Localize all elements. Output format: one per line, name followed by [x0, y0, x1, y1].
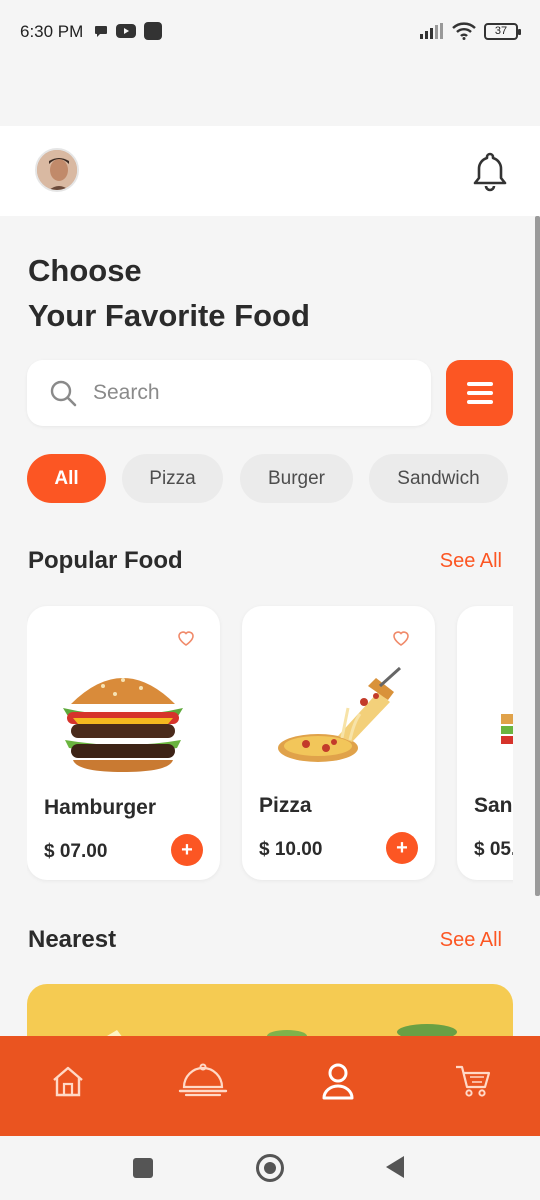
battery-icon: 37 [484, 22, 521, 40]
signal-icon [420, 23, 443, 39]
food-name: Sandwich [474, 794, 513, 817]
menu-icon-bar [466, 400, 493, 404]
system-navigation-bar [0, 1136, 540, 1200]
popular-food-heading: Popular Food [28, 547, 183, 574]
scrollbar[interactable] [535, 216, 540, 896]
nearest-heading: Nearest [28, 926, 117, 953]
nav-home[interactable] [38, 1056, 98, 1106]
food-price: $ 05.00 [474, 839, 513, 860]
filter-menu-button[interactable] [446, 360, 513, 426]
profile-icon [322, 1063, 353, 1100]
hamburger-image [63, 678, 183, 772]
notification-icons [94, 22, 162, 40]
sandwich-image [501, 714, 513, 744]
heart-icon[interactable] [176, 628, 196, 648]
food-name: Hamburger [44, 796, 157, 819]
category-chip-burger[interactable]: Burger [240, 454, 353, 503]
pizza-image [278, 666, 402, 762]
avatar[interactable] [35, 148, 79, 192]
recent-apps-button[interactable] [133, 1158, 153, 1178]
food-price: $ 07.00 [44, 841, 108, 862]
home-button[interactable] [256, 1154, 284, 1182]
bottom-nav [0, 1036, 540, 1136]
nav-profile[interactable] [308, 1056, 368, 1106]
title-line-2: Your Favorite Food [28, 298, 310, 333]
battery-level: 37 [494, 25, 508, 37]
food-card-sandwich[interactable]: Sandwich $ 05.00 [457, 606, 513, 880]
bell-icon[interactable] [470, 150, 510, 192]
heart-icon[interactable] [391, 628, 411, 648]
add-to-cart-button[interactable]: + [386, 832, 418, 864]
category-chip-all[interactable]: All [27, 454, 106, 503]
avatar-image [37, 150, 77, 190]
nearest-see-all-link[interactable]: See All [440, 929, 502, 952]
status-bar: 6:30 PM 37 [0, 0, 540, 64]
nav-cart[interactable] [443, 1056, 503, 1106]
food-card-pizza[interactable]: Pizza $ 10.00 + [242, 606, 435, 880]
popular-food-list[interactable]: Hamburger $ 07.00 + Pizza $ 10.00 + Sand… [27, 600, 513, 890]
search-input[interactable] [93, 360, 413, 426]
app-header [0, 126, 540, 216]
search-box[interactable] [27, 360, 431, 426]
status-time: 6:30 PM [20, 22, 84, 41]
page-title: Choose Your Favorite Food [28, 248, 310, 338]
food-card-hamburger[interactable]: Hamburger $ 07.00 + [27, 606, 220, 880]
youtube-icon [116, 24, 136, 38]
app-icon [144, 22, 162, 40]
food-name: Pizza [259, 794, 312, 817]
home-icon [52, 1066, 83, 1097]
wifi-icon [452, 22, 476, 40]
back-button[interactable] [386, 1156, 404, 1178]
search-icon [50, 380, 77, 407]
menu-icon-bar [466, 382, 493, 386]
cart-icon [455, 1065, 490, 1097]
nav-menu[interactable] [173, 1056, 233, 1106]
food-tray-icon [178, 1063, 227, 1097]
menu-icon-bar [466, 391, 493, 395]
category-chip-pizza[interactable]: Pizza [122, 454, 223, 503]
food-price: $ 10.00 [259, 839, 323, 860]
system-icons: 37 [420, 22, 521, 40]
add-to-cart-button[interactable]: + [171, 834, 203, 866]
category-chip-sandwich[interactable]: Sandwich [369, 454, 508, 503]
title-line-1: Choose [28, 253, 142, 288]
popular-see-all-link[interactable]: See All [440, 550, 502, 573]
chat-icon [95, 26, 107, 37]
